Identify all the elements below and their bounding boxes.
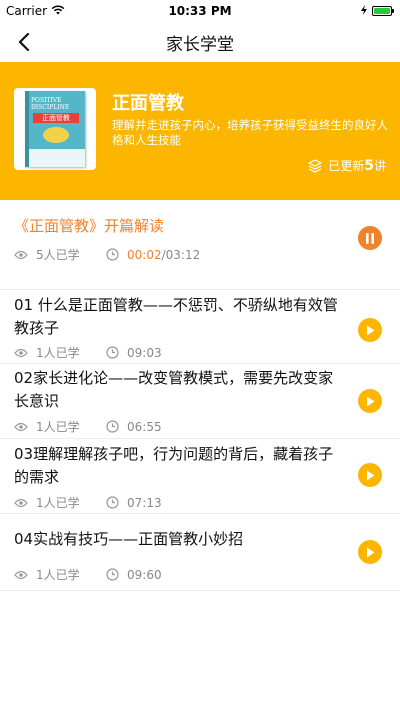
battery-icon xyxy=(372,6,394,16)
update-count: 已更新5讲 xyxy=(308,157,386,174)
page-title: 家长学堂 xyxy=(166,34,234,55)
status-left: Carrier xyxy=(6,4,65,18)
clock-icon xyxy=(106,346,119,359)
views-count: 1人已学 xyxy=(36,568,80,582)
play-button[interactable] xyxy=(358,540,382,564)
duration: /03:12 xyxy=(161,247,201,262)
episode-item[interactable]: 02家长进化论——改变管教模式，需要先改变家长意识 1人已学 06:55 xyxy=(0,364,400,439)
charging-icon xyxy=(360,4,368,18)
clock-icon xyxy=(106,420,119,433)
episode-meta: 1人已学 09:03 xyxy=(14,344,162,361)
status-right xyxy=(360,4,394,18)
episode-item[interactable]: 01 什么是正面管教——不惩罚、不骄纵地有效管教孩子 1人已学 09:03 xyxy=(0,290,400,364)
play-icon xyxy=(367,325,375,335)
eye-icon xyxy=(14,498,28,507)
back-button[interactable] xyxy=(10,28,38,56)
episode-meta: 1人已学 09:60 xyxy=(14,566,162,583)
play-icon xyxy=(367,547,375,557)
updated-count: 5 xyxy=(364,158,374,174)
episode-title: 《正面管教》开篇解读 xyxy=(14,217,165,235)
clock-icon xyxy=(106,496,119,509)
episode-title: 02家长进化论——改变管教模式，需要先改变家长意识 xyxy=(14,369,334,410)
clock-icon xyxy=(106,248,119,261)
episode-title: 04实战有技巧——正面管教小妙招 xyxy=(14,530,244,548)
duration: 09:03 xyxy=(127,345,162,360)
elapsed-time: 00:02 xyxy=(127,247,162,262)
views-count: 5人已学 xyxy=(36,248,80,262)
cover-en-title: POSITIVE DISCIPLINE xyxy=(31,97,70,111)
views-count: 1人已学 xyxy=(36,496,80,510)
eye-icon xyxy=(14,422,28,431)
wifi-icon xyxy=(51,4,65,18)
course-banner: POSITIVE DISCIPLINE 正面管教 正面管教 理解并走进孩子内心，… xyxy=(0,62,400,200)
episode-item[interactable]: 03理解理解孩子吧，行为问题的背后，藏着孩子的需求 1人已学 07:13 xyxy=(0,439,400,514)
duration: 06:55 xyxy=(127,419,162,434)
pause-button[interactable] xyxy=(358,226,382,250)
duration: 07:13 xyxy=(127,495,162,510)
duration: 09:60 xyxy=(127,567,162,582)
eye-icon xyxy=(14,250,28,259)
pause-icon xyxy=(366,232,374,244)
clock-icon xyxy=(106,568,119,581)
episode-meta: 1人已学 07:13 xyxy=(14,494,162,511)
updated-suffix: 讲 xyxy=(373,159,386,173)
book-cover-image: POSITIVE DISCIPLINE 正面管教 xyxy=(25,91,85,167)
status-bar: Carrier 10:33 PM xyxy=(0,0,400,22)
play-button[interactable] xyxy=(358,463,382,487)
course-title: 正面管教 xyxy=(112,93,184,114)
play-button[interactable] xyxy=(358,318,382,342)
layers-icon xyxy=(308,158,322,173)
play-button[interactable] xyxy=(358,389,382,413)
carrier-label: Carrier xyxy=(6,4,48,18)
eye-icon xyxy=(14,348,28,357)
episode-item[interactable]: 《正面管教》开篇解读 5人已学 00:02/03:12 xyxy=(0,200,400,290)
updated-prefix: 已更新 xyxy=(328,159,365,173)
course-description: 理解并走进孩子内心，培养孩子获得受益终生的良好人格和人生技能 xyxy=(112,118,388,147)
course-cover: POSITIVE DISCIPLINE 正面管教 xyxy=(14,88,96,170)
episode-meta: 5人已学 00:02/03:12 xyxy=(14,246,200,263)
eye-icon xyxy=(14,570,28,579)
episode-meta: 1人已学 06:55 xyxy=(14,418,162,435)
episode-title: 01 什么是正面管教——不惩罚、不骄纵地有效管教孩子 xyxy=(14,296,338,337)
views-count: 1人已学 xyxy=(36,420,80,434)
views-count: 1人已学 xyxy=(36,346,80,360)
play-icon xyxy=(367,470,375,480)
nav-bar: 家长学堂 xyxy=(0,22,400,62)
cover-cn-title: 正面管教 xyxy=(33,113,79,123)
play-icon xyxy=(367,396,375,406)
episode-title: 03理解理解孩子吧，行为问题的背后，藏着孩子的需求 xyxy=(14,445,334,486)
chevron-left-icon xyxy=(18,33,30,51)
episode-item[interactable]: 04实战有技巧——正面管教小妙招 1人已学 09:60 xyxy=(0,514,400,591)
